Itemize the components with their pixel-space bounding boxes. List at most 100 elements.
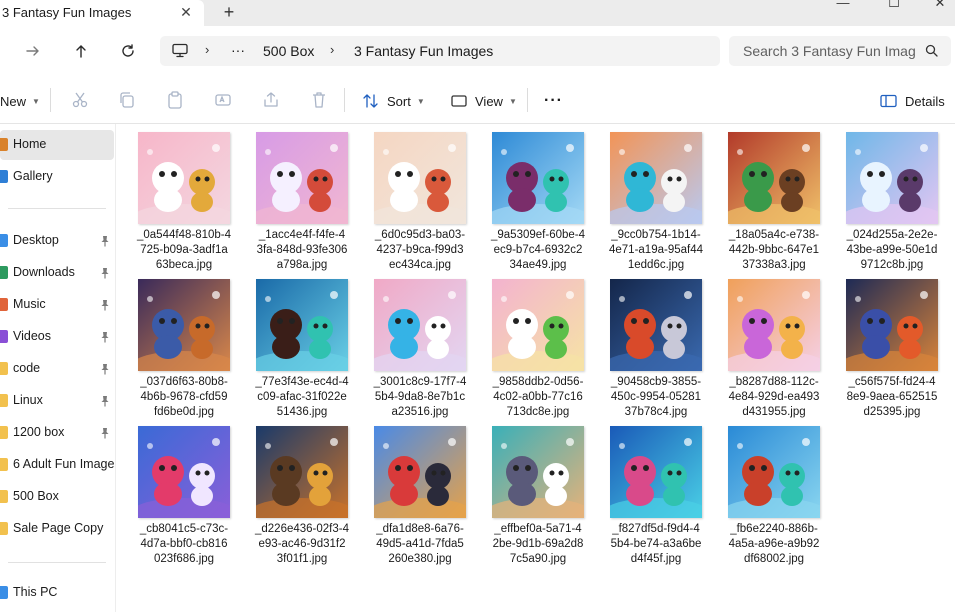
search-input[interactable]: Search 3 Fantasy Fun Imag xyxy=(743,43,916,59)
pin-icon[interactable] xyxy=(100,235,110,247)
new-button[interactable]: New ▼ xyxy=(0,90,40,112)
breadcrumb-current-folder[interactable]: 3 Fantasy Fun Images xyxy=(354,43,493,59)
image-thumbnail[interactable] xyxy=(846,279,938,371)
sidebar-item-6-adult-fun-images[interactable]: 6 Adult Fun Images xyxy=(0,450,115,480)
up-arrow-icon[interactable] xyxy=(70,40,92,62)
file-item[interactable]: _024d255a-2e2e- 43be-a99e-50e1d 9712c8b.jp… xyxy=(838,128,950,274)
file-item[interactable]: _dfa1d8e8-6a76- 49d5-a41d-7fda5 260e380.jp… xyxy=(366,422,478,568)
image-thumbnail[interactable] xyxy=(256,426,348,518)
file-name-line: _1acc4e4f-f4fe-4 xyxy=(258,229,346,241)
sidebar-item-1200-box[interactable]: 1200 box xyxy=(0,418,114,448)
image-thumbnail[interactable] xyxy=(610,426,702,518)
file-item[interactable]: _6d0c95d3-ba03- 4237-b9ca-f99d3 ec434ca.jp… xyxy=(366,128,478,274)
file-name-line: 260e380.jpg xyxy=(388,553,452,565)
minimize-icon[interactable]: — xyxy=(828,0,858,10)
breadcrumb-overflow[interactable]: ··· xyxy=(231,42,245,58)
share-icon[interactable] xyxy=(262,91,280,109)
sidebar-item-desktop[interactable]: Desktop xyxy=(0,226,114,256)
file-item[interactable]: _90458cb9-3855- 450c-9954-05281 37b78c4.jp… xyxy=(602,275,714,421)
more-options-button[interactable]: ··· xyxy=(544,90,563,112)
file-item[interactable]: _77e3f43e-ec4d-4 c09-afac-31f022e 51436.jp… xyxy=(248,275,360,421)
image-thumbnail[interactable] xyxy=(610,279,702,371)
file-item[interactable]: _18a05a4c-e738- 442b-9bbc-647e1 37338a3.jp… xyxy=(720,128,832,274)
image-thumbnail[interactable] xyxy=(374,279,466,371)
sidebar-item-home[interactable]: Home xyxy=(0,130,114,160)
sidebar-item-this-pc[interactable]: This PC xyxy=(0,578,114,608)
sidebar-item-gallery[interactable]: Gallery xyxy=(0,162,114,192)
sidebar-item-code[interactable]: code xyxy=(0,354,114,384)
image-thumbnail[interactable] xyxy=(138,279,230,371)
sidebar-item-label: 500 Box xyxy=(13,489,59,503)
sidebar-item-music[interactable]: Music xyxy=(0,290,114,320)
window-close-icon[interactable]: ✕ xyxy=(925,0,955,10)
tab-3-fantasy-fun-images[interactable]: 3 Fantasy Fun Images ✕ xyxy=(0,0,204,26)
sidebar-item-500-box[interactable]: 500 Box xyxy=(0,482,114,512)
image-thumbnail[interactable] xyxy=(728,426,820,518)
image-thumbnail[interactable] xyxy=(374,132,466,224)
image-thumbnail[interactable] xyxy=(846,132,938,224)
pin-icon[interactable] xyxy=(100,267,110,279)
pin-icon[interactable] xyxy=(100,363,110,375)
image-thumbnail[interactable] xyxy=(492,279,584,371)
search-icon[interactable] xyxy=(925,44,939,58)
image-thumbnail[interactable] xyxy=(256,132,348,224)
pin-icon[interactable] xyxy=(100,299,110,311)
file-item[interactable]: _effbef0a-5a71-4 2be-9d1b-69a2d8 7c5a90.jp… xyxy=(484,422,596,568)
file-item[interactable]: _d226e436-02f3-4 e93-ac46-9d31f2 3f01f1.jp… xyxy=(248,422,360,568)
file-item[interactable]: _0a544f48-810b-4 725-b09a-3adf1a 63beca.jp… xyxy=(130,128,242,274)
details-button[interactable]: Details xyxy=(880,90,945,112)
file-name-line: ec9-b7c4-6932c2 xyxy=(493,244,583,256)
view-button[interactable]: View ▼ xyxy=(451,90,517,112)
file-name-line: 4237-b9ca-f99d3 xyxy=(376,244,464,256)
new-tab-icon[interactable]: + xyxy=(220,2,238,22)
file-item[interactable]: _037d6f63-80b8- 4b6b-9678-cfd59 fd6be0d.jp… xyxy=(130,275,242,421)
sidebar-item-linux[interactable]: Linux xyxy=(0,386,114,416)
file-item[interactable]: _fb6e2240-886b- 4a5a-a96e-a9b92 df68002.jp… xyxy=(720,422,832,568)
sidebar-item-downloads[interactable]: Downloads xyxy=(0,258,114,288)
image-thumbnail[interactable] xyxy=(138,426,230,518)
copy-icon[interactable] xyxy=(118,91,136,109)
file-name-line: fd6be0d.jpg xyxy=(153,406,215,418)
maximize-icon[interactable]: ☐ xyxy=(879,0,909,10)
file-item[interactable]: _cb8041c5-c73c- 4d7a-bbf0-cb816 023f686.jp… xyxy=(130,422,242,568)
pin-icon[interactable] xyxy=(100,427,110,439)
image-thumbnail[interactable] xyxy=(728,279,820,371)
pin-icon[interactable] xyxy=(100,331,110,343)
cut-icon[interactable] xyxy=(71,91,89,109)
file-item[interactable]: _f827df5d-f9d4-4 5b4-be74-a3a6be d4f45f.jp… xyxy=(602,422,714,568)
paste-icon[interactable] xyxy=(166,91,184,109)
sidebar-item-sale-page-copy[interactable]: Sale Page Copy xyxy=(0,514,114,544)
search-box[interactable]: Search 3 Fantasy Fun Imag xyxy=(729,36,951,66)
file-item[interactable]: _c56f575f-fd24-4 8e9-9aea-652515 d25395.jp… xyxy=(838,275,950,421)
file-name: _c56f575f-fd24-4 8e9-9aea-652515 d25395.jp… xyxy=(838,375,946,420)
image-thumbnail[interactable] xyxy=(728,132,820,224)
file-item[interactable]: _1acc4e4f-f4fe-4 3fa-848d-93fe306 a798a.jp… xyxy=(248,128,360,274)
sidebar-item-videos[interactable]: Videos xyxy=(0,322,114,352)
image-thumbnail[interactable] xyxy=(610,132,702,224)
breadcrumb[interactable]: › ··· 500 Box › 3 Fantasy Fun Images xyxy=(160,36,720,66)
file-name: _f827df5d-f9d4-4 5b4-be74-a3a6be d4f45f.jp… xyxy=(602,522,710,567)
sidebar-item-label: Home xyxy=(13,137,47,151)
sort-button[interactable]: Sort ▼ xyxy=(362,90,425,112)
file-item[interactable]: _9a5309ef-60be-4 ec9-b7c4-6932c2 34ae49.jp… xyxy=(484,128,596,274)
sort-icon xyxy=(363,94,378,108)
file-item[interactable]: _9858ddb2-0d56- 4c02-a0bb-77c16 713dc8e.jp… xyxy=(484,275,596,421)
close-tab-icon[interactable]: ✕ xyxy=(177,3,195,21)
refresh-icon[interactable] xyxy=(117,40,139,62)
pin-icon[interactable] xyxy=(100,395,110,407)
breadcrumb-500-box[interactable]: 500 Box xyxy=(263,43,314,59)
image-thumbnail[interactable] xyxy=(374,426,466,518)
delete-icon[interactable] xyxy=(310,91,328,109)
monitor-icon[interactable] xyxy=(172,43,190,59)
file-item[interactable]: _9cc0b754-1b14- 4e71-a19a-95af44 1edd6c.jp… xyxy=(602,128,714,274)
forward-arrow-icon[interactable] xyxy=(22,40,44,62)
image-thumbnail[interactable] xyxy=(492,132,584,224)
image-thumbnail[interactable] xyxy=(492,426,584,518)
file-item[interactable]: _b8287d88-112c- 4e84-929d-ea493 d431955.jp… xyxy=(720,275,832,421)
sidebar-item-label: code xyxy=(13,361,41,375)
file-item[interactable]: _3001c8c9-17f7-4 5b4-9da8-8e7b1c a23516.jp… xyxy=(366,275,478,421)
image-thumbnail[interactable] xyxy=(138,132,230,224)
image-thumbnail[interactable] xyxy=(256,279,348,371)
rename-icon[interactable] xyxy=(214,91,232,109)
address-bar: › ··· 500 Box › 3 Fantasy Fun Images Sea… xyxy=(0,26,955,76)
